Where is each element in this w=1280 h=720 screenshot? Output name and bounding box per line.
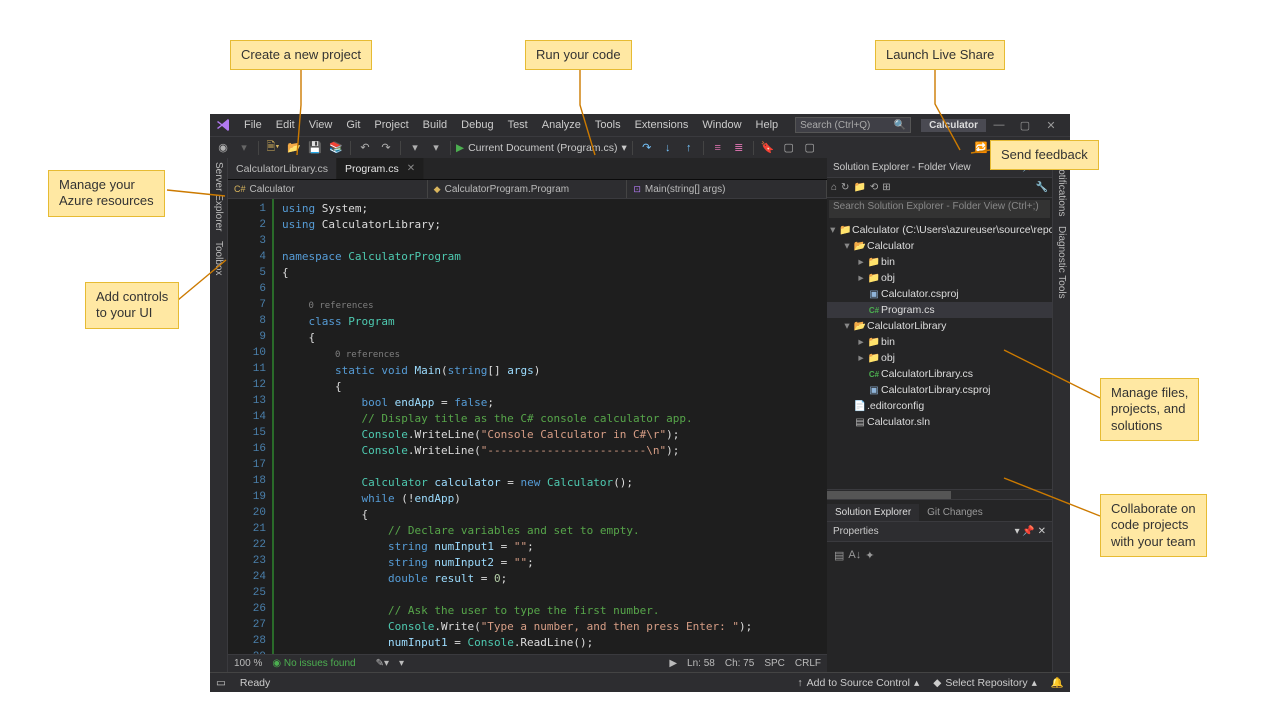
callout-collaborate: Collaborate on code projects with your t… <box>1100 494 1207 557</box>
callout-azure: Manage your Azure resources <box>48 170 165 217</box>
callout-feedback: Send feedback <box>990 140 1099 170</box>
callout-liveshare: Launch Live Share <box>875 40 1005 70</box>
callout-manage-files: Manage files, projects, and solutions <box>1100 378 1199 441</box>
callout-run-code: Run your code <box>525 40 632 70</box>
callout-create-project: Create a new project <box>230 40 372 70</box>
callout-toolbox: Add controls to your UI <box>85 282 179 329</box>
